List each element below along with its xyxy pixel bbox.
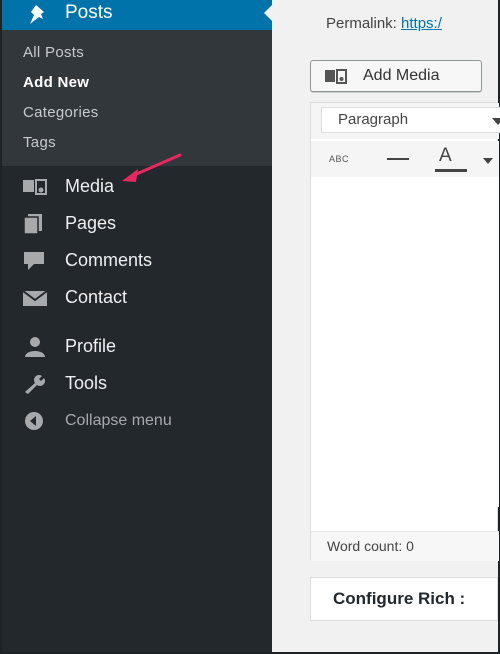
sidebar-item-posts[interactable]: Posts: [2, 0, 272, 30]
sidebar-item-label: Pages: [65, 213, 117, 233]
sidebar-item-label: Collapse menu: [65, 412, 172, 429]
chevron-down-icon: [492, 118, 500, 125]
editor-toolbar-secondary: ABC A: [311, 141, 499, 177]
text-color-button[interactable]: A: [439, 145, 452, 169]
comments-icon: [24, 252, 44, 270]
wrench-icon: [25, 375, 45, 394]
permalink-row: Permalink: https:/: [326, 15, 442, 32]
sidebar-item-label: Contact: [65, 287, 128, 307]
admin-sidebar: Posts All Posts Add New Categories Tags …: [2, 0, 272, 652]
submenu-all-posts[interactable]: All Posts: [23, 44, 84, 61]
sidebar-item-pages[interactable]: Pages: [2, 207, 272, 241]
collapse-icon: [25, 412, 43, 430]
media-icon: [23, 179, 47, 195]
envelope-icon: [22, 290, 48, 306]
sidebar-item-label: Media: [65, 176, 115, 196]
submenu-categories[interactable]: Categories: [23, 104, 99, 121]
pink-annotation-arrow: [122, 153, 182, 182]
sidebar-item-label: Tools: [65, 373, 108, 393]
collapse-menu-button[interactable]: Collapse menu: [2, 404, 272, 438]
submenu-tags[interactable]: Tags: [23, 134, 56, 151]
editor-status-bar: Word count: 0: [311, 531, 499, 561]
permalink-label: Permalink:: [326, 15, 397, 32]
chevron-down-icon[interactable]: [483, 158, 493, 164]
add-media-label: Add Media: [363, 67, 440, 84]
horizontal-line-button[interactable]: [387, 158, 409, 160]
media-icon: [325, 69, 347, 84]
configure-rich-postbox[interactable]: Configure Rich :: [310, 577, 498, 621]
sidebar-item-contact[interactable]: Contact: [2, 281, 272, 315]
submenu-add-new[interactable]: Add New: [23, 74, 89, 91]
sidebar-item-label: Posts: [65, 2, 113, 23]
posts-submenu: All Posts Add New Categories Tags: [2, 30, 272, 166]
text-color-swatch: [435, 169, 467, 172]
editor-box: Paragraph ABC A Word count: 0: [310, 102, 500, 561]
word-count: Word count: 0: [327, 538, 414, 554]
post-editor: Permalink: https:/ Add Media Paragraph A…: [272, 0, 500, 652]
postbox-title: Configure Rich :: [333, 589, 466, 608]
format-select[interactable]: Paragraph: [321, 107, 500, 133]
pages-icon: [23, 214, 42, 235]
permalink-link[interactable]: https:/: [401, 15, 442, 32]
sidebar-item-tools[interactable]: Tools: [2, 367, 272, 401]
sidebar-item-profile[interactable]: Profile: [2, 330, 272, 364]
pushpin-icon: [30, 5, 44, 24]
sidebar-item-label: Comments: [65, 250, 153, 270]
add-media-button[interactable]: Add Media: [310, 60, 482, 92]
user-icon: [25, 337, 45, 357]
editor-toolbar: Paragraph: [311, 103, 500, 139]
current-menu-caret: [264, 5, 272, 21]
strikethrough-button[interactable]: ABC: [329, 154, 349, 178]
format-select-value: Paragraph: [338, 111, 409, 128]
sidebar-item-comments[interactable]: Comments: [2, 244, 272, 278]
sidebar-item-label: Profile: [65, 336, 117, 356]
editor-content-area[interactable]: [311, 177, 499, 507]
